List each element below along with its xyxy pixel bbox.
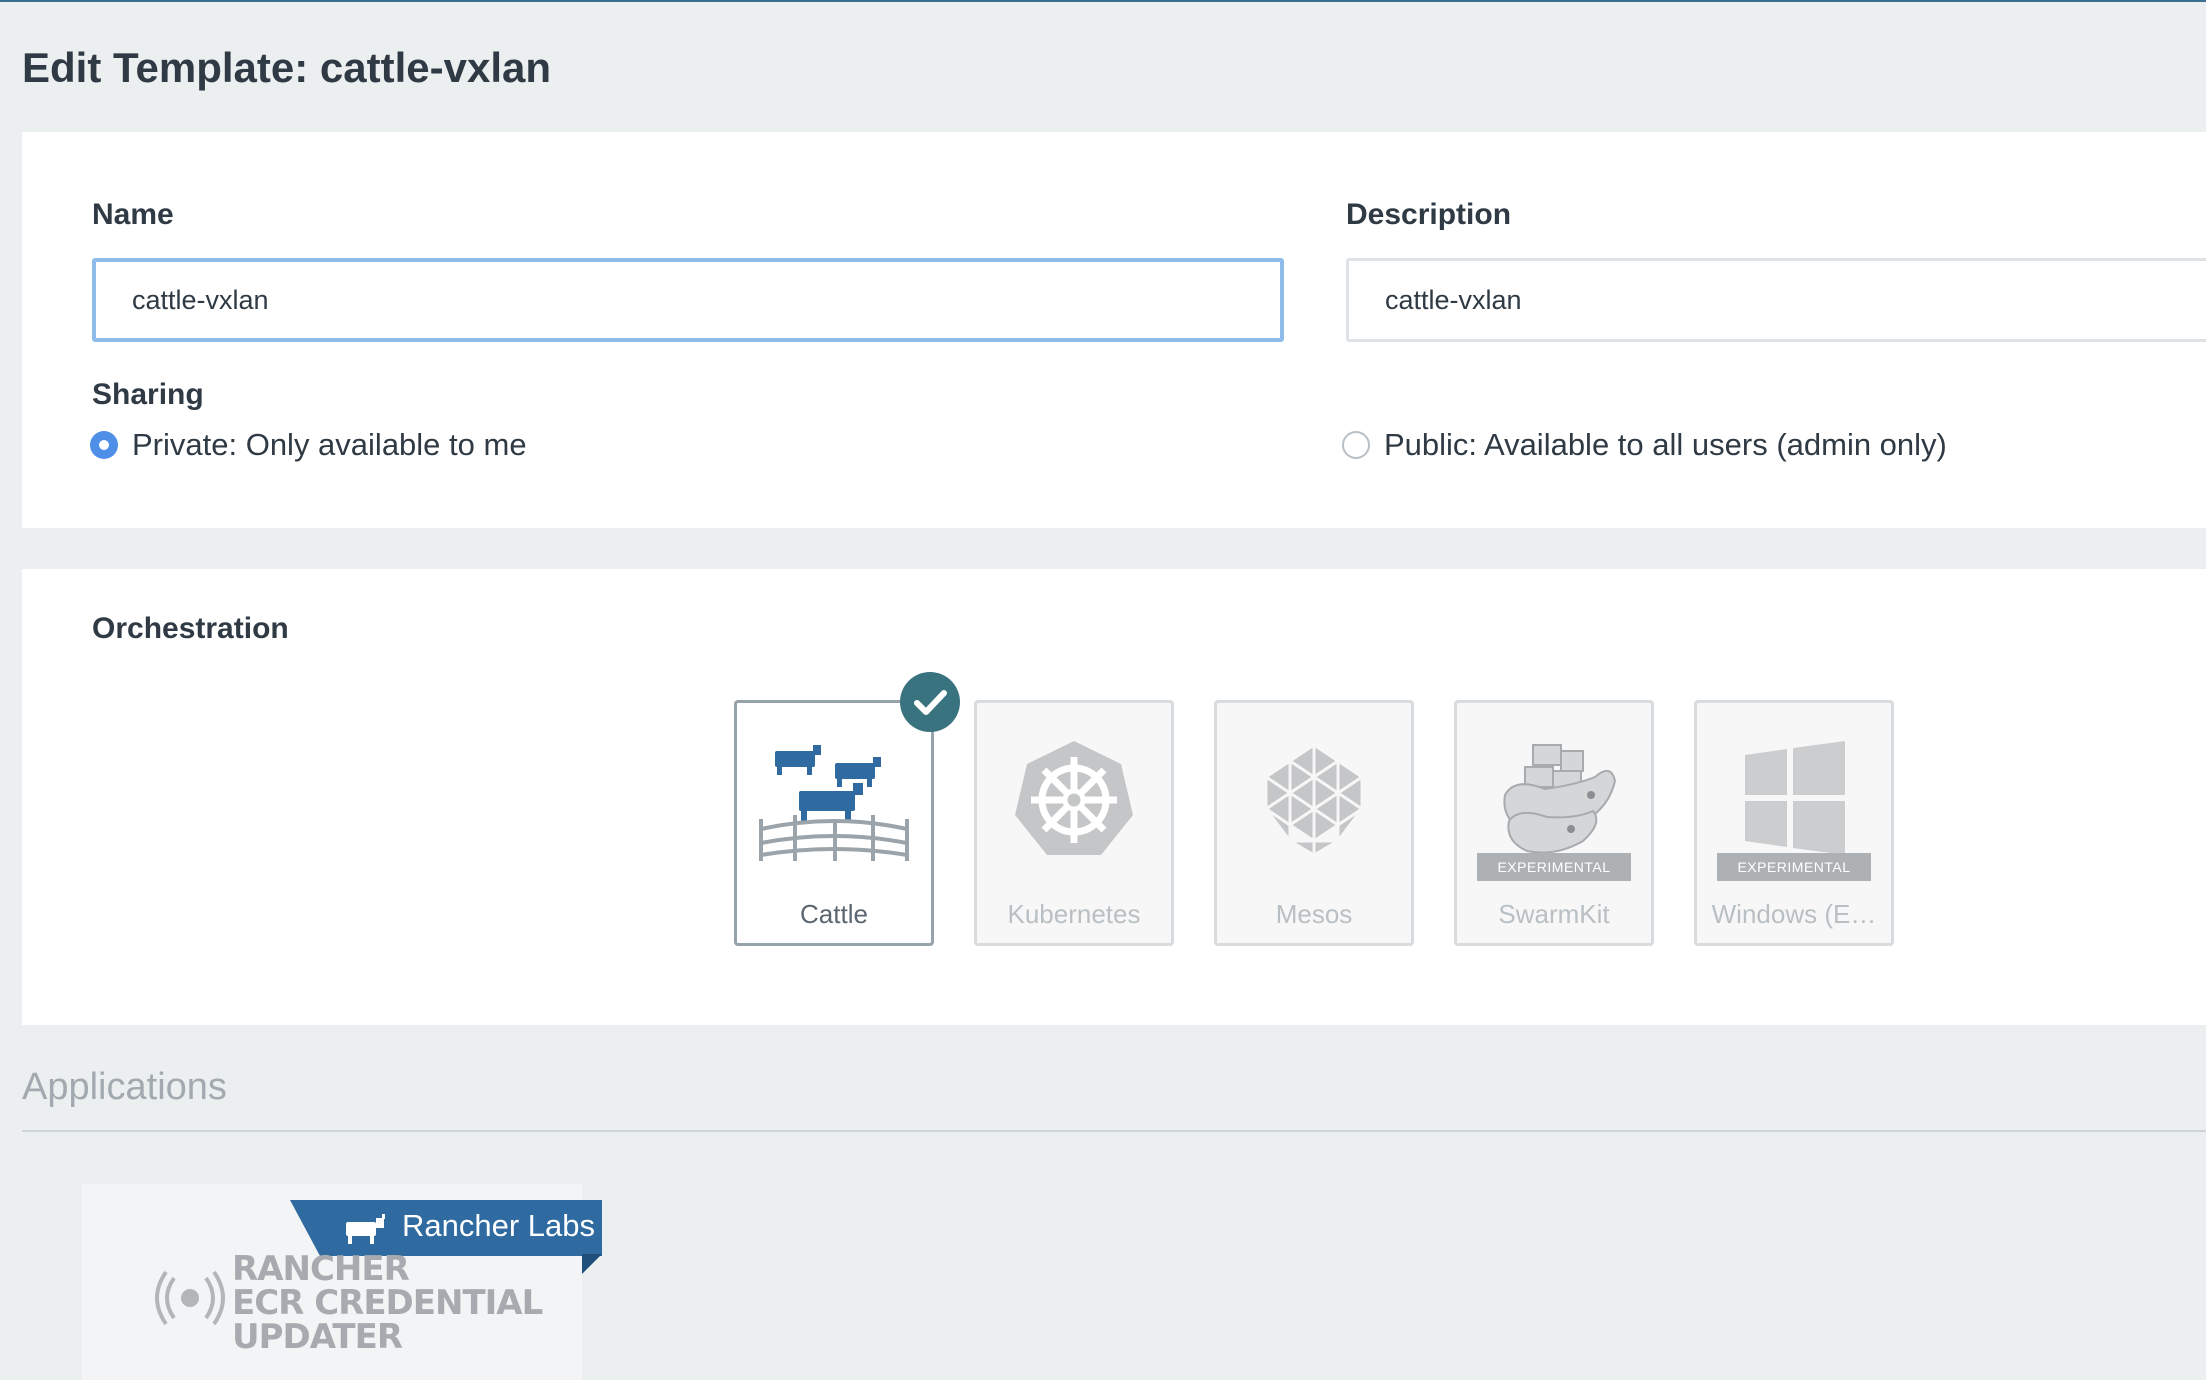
orchestration-option-label: SwarmKit xyxy=(1498,899,1610,929)
experimental-badge: EXPERIMENTAL xyxy=(1477,853,1631,881)
orchestration-option-label: Cattle xyxy=(800,899,868,929)
orchestration-option-label: Windows (E… xyxy=(1711,899,1877,929)
name-label: Name xyxy=(92,198,174,231)
selected-check-icon xyxy=(900,672,960,732)
docker-whale-icon xyxy=(1503,744,1617,854)
applications-heading: Applications xyxy=(22,1066,227,1108)
app-logo-wordmark: RANCHER ECR CREDENTIAL UPDATER xyxy=(232,1249,543,1357)
ribbon-fold xyxy=(582,1254,602,1274)
name-input[interactable] xyxy=(92,258,1284,342)
rancher-cow-icon xyxy=(346,1214,385,1244)
description-label: Description xyxy=(1346,198,1512,231)
public-radio[interactable] xyxy=(1342,431,1370,459)
app-logo-line: UPDATER xyxy=(232,1317,403,1357)
app-logo-line: ECR CREDENTIAL xyxy=(232,1283,543,1323)
orchestration-option-swarmkit[interactable]: EXPERIMENTAL SwarmKit xyxy=(1454,700,1654,946)
experimental-badge: EXPERIMENTAL xyxy=(1717,853,1871,881)
app-logo-line: RANCHER xyxy=(232,1249,410,1289)
public-radio-label: Public: Available to all users (admin on… xyxy=(1384,427,1947,462)
orchestration-option-kubernetes[interactable]: Kubernetes xyxy=(974,700,1174,946)
sharing-label: Sharing xyxy=(92,378,204,411)
page-title: Edit Template: cattle-vxlan xyxy=(22,44,552,91)
sharing-private-option[interactable]: Private: Only available to me xyxy=(90,427,527,463)
mesos-icon xyxy=(1263,742,1365,858)
orchestration-option-label: Mesos xyxy=(1275,899,1353,929)
orchestration-option-windows[interactable]: EXPERIMENTAL Windows (E… xyxy=(1694,700,1894,946)
private-radio-label: Private: Only available to me xyxy=(132,427,527,462)
orchestration-option-label: Kubernetes xyxy=(1007,899,1141,929)
ribbon-label: Rancher Labs xyxy=(402,1208,596,1243)
orchestration-label: Orchestration xyxy=(92,612,289,645)
sharing-public-option[interactable]: Public: Available to all users (admin on… xyxy=(1342,427,1947,463)
kubernetes-helm-icon xyxy=(1015,741,1133,855)
applications-divider xyxy=(22,1130,2206,1132)
cattle-herd-icon xyxy=(759,745,909,861)
private-radio[interactable] xyxy=(90,431,118,459)
ribbon-cut-edge xyxy=(290,1200,320,1256)
top-accent-line xyxy=(0,0,2206,2)
broadcast-signal-icon xyxy=(155,1270,225,1326)
orchestration-option-cattle[interactable]: Cattle xyxy=(734,700,934,946)
orchestration-option-mesos[interactable]: Mesos xyxy=(1214,700,1414,946)
description-input[interactable] xyxy=(1346,258,2206,342)
windows-icon xyxy=(1745,741,1845,855)
